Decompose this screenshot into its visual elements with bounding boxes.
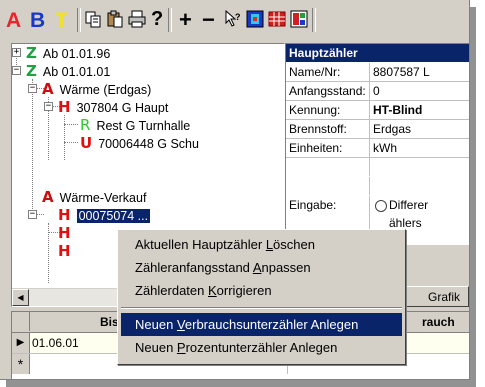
- tree-node-period[interactable]: Z Ab 01.01.01: [26, 62, 110, 80]
- paste-icon[interactable]: [106, 10, 124, 28]
- property-row[interactable]: Anfangsstand: 0: [286, 82, 469, 101]
- report-icon[interactable]: [290, 10, 308, 28]
- property-key: Kennung:: [289, 103, 341, 117]
- context-menu: Aktuellen Hauptzähler Löschen Zähleranfa…: [117, 229, 406, 365]
- add-icon[interactable]: +: [179, 7, 192, 33]
- toolbar-separator: [77, 8, 81, 32]
- properties-panel: Hauptzähler Name/Nr: 8807587 L Anfangsst…: [285, 43, 469, 245]
- toolbar: A B T ? + − ?: [0, 0, 469, 40]
- scroll-left-arrow-icon[interactable]: ◀: [12, 289, 29, 306]
- new-row-indicator-icon: *: [12, 354, 30, 374]
- grafik-tab[interactable]: Grafik: [403, 286, 469, 307]
- property-value: kWh: [373, 141, 397, 155]
- property-row: Eingabe: Differer: [286, 196, 469, 214]
- zeitraum-icon: Z: [26, 44, 37, 62]
- table-icon[interactable]: [268, 10, 286, 28]
- tree-node-category[interactable]: A Wärme-Verkauf: [42, 188, 146, 206]
- restzaehler-icon: R: [80, 116, 91, 134]
- context-help-icon[interactable]: ?: [224, 10, 242, 28]
- tree-node-label: 00075074 ...: [76, 209, 151, 223]
- remove-icon[interactable]: −: [202, 7, 215, 33]
- tree-node-period[interactable]: Z Ab 01.01.96: [26, 44, 110, 62]
- column-header-bis[interactable]: Bis: [100, 315, 119, 329]
- toolbar-separator: [312, 8, 316, 32]
- copy-icon[interactable]: [84, 10, 102, 28]
- hauptzaehler-icon: H: [58, 242, 71, 260]
- tree-node-main-meter[interactable]: H 307804 G Haupt: [58, 98, 168, 116]
- tree-node-main-meter[interactable]: H: [58, 242, 77, 260]
- menu-item-correct-meter-data[interactable]: Zählerdaten Korrigieren: [121, 279, 402, 302]
- tree-node-category[interactable]: A Wärme (Erdgas): [42, 80, 151, 98]
- tree-node-rest-meter[interactable]: R Rest G Turnhalle: [80, 116, 190, 134]
- menu-separator: [121, 307, 402, 309]
- zeitraum-icon: Z: [26, 62, 37, 80]
- menu-item-new-percentage-submeter[interactable]: Neuen Prozentunterzähler Anlegen: [121, 336, 402, 359]
- help-icon[interactable]: ?: [151, 8, 163, 31]
- tree-node-label: 307804 G Haupt: [76, 101, 169, 115]
- collapse-button[interactable]: −: [12, 66, 21, 75]
- collapse-button[interactable]: −: [28, 210, 37, 219]
- svg-text:?: ?: [235, 12, 241, 22]
- menu-item-delete-main-meter[interactable]: Aktuellen Hauptzähler Löschen: [121, 233, 402, 256]
- property-value: Erdgas: [373, 122, 412, 136]
- expand-button[interactable]: +: [12, 48, 21, 57]
- tree-node-label: 70006448 G Schu: [98, 137, 199, 151]
- toolbar-b-button[interactable]: B: [30, 9, 45, 33]
- property-value: 8807587 L: [373, 65, 430, 79]
- tree-node-main-meter[interactable]: H: [58, 224, 77, 242]
- property-key: Anfangsstand:: [289, 84, 366, 98]
- color-icon[interactable]: [246, 10, 264, 28]
- cell-date-value: 01.06.01: [32, 336, 79, 350]
- property-row[interactable]: Name/Nr: 8807587 L: [286, 63, 469, 82]
- tree-node-sub-meter[interactable]: U 70006448 G Schu: [80, 134, 199, 152]
- column-header-verbrauch[interactable]: rauch: [422, 315, 455, 329]
- hauptzaehler-icon: H: [58, 206, 71, 224]
- radio-label: Differer: [389, 198, 429, 212]
- property-value: HT-Blind: [373, 103, 423, 117]
- tree-node-main-meter-selected[interactable]: H 00075074 ...: [58, 206, 151, 224]
- collapse-button[interactable]: −: [28, 84, 37, 93]
- menu-item-adjust-initial-reading[interactable]: Zähleranfangsstand Anpassen: [121, 256, 402, 279]
- menu-item-new-consumption-submeter[interactable]: Neuen Verbrauchsunterzähler Anlegen: [121, 313, 402, 336]
- properties-header: Hauptzähler: [286, 44, 469, 62]
- radio-button[interactable]: [375, 200, 387, 212]
- hauptzaehler-icon: H: [58, 224, 71, 242]
- tree-line: [64, 115, 65, 160]
- toolbar-separator: [168, 8, 172, 32]
- row-header-corner: [12, 312, 30, 331]
- tree-node-label: Rest G Turnhalle: [96, 119, 191, 133]
- eingabe-label: Eingabe:: [289, 198, 337, 212]
- tree-line: [32, 79, 33, 213]
- tree-node-label: Ab 01.01.01: [42, 65, 111, 79]
- property-key: Brennstoff:: [289, 122, 347, 136]
- anlage-icon: A: [42, 188, 54, 206]
- property-key: Einheiten:: [289, 141, 343, 155]
- property-row: [286, 158, 469, 176]
- property-key: Name/Nr:: [289, 65, 341, 79]
- property-value: 0: [373, 84, 380, 98]
- property-row[interactable]: Einheiten: kWh: [286, 139, 469, 158]
- property-row[interactable]: Kennung: HT-Blind: [286, 101, 469, 120]
- property-row[interactable]: Brennstoff: Erdgas: [286, 120, 469, 139]
- tree-node-label: Wärme-Verkauf: [59, 191, 147, 205]
- hauptzaehler-icon: H: [58, 98, 71, 116]
- toolbar-a-button[interactable]: A: [6, 9, 21, 33]
- app-window: A B T ? + − ? + − − − − Z Ab 01.01.96 Z …: [0, 0, 470, 380]
- tree-line: [64, 142, 78, 143]
- tree-node-label: Ab 01.01.96: [42, 47, 111, 61]
- print-icon[interactable]: [128, 10, 146, 28]
- collapse-button[interactable]: −: [44, 102, 53, 111]
- tree-node-label: Wärme (Erdgas): [59, 83, 152, 97]
- anlage-icon: A: [42, 80, 54, 98]
- current-row-indicator-icon: ▶: [12, 333, 30, 353]
- unterzaehler-icon: U: [80, 134, 93, 152]
- tree-line: [64, 124, 78, 125]
- property-row: [286, 177, 469, 195]
- toolbar-t-button[interactable]: T: [55, 9, 68, 33]
